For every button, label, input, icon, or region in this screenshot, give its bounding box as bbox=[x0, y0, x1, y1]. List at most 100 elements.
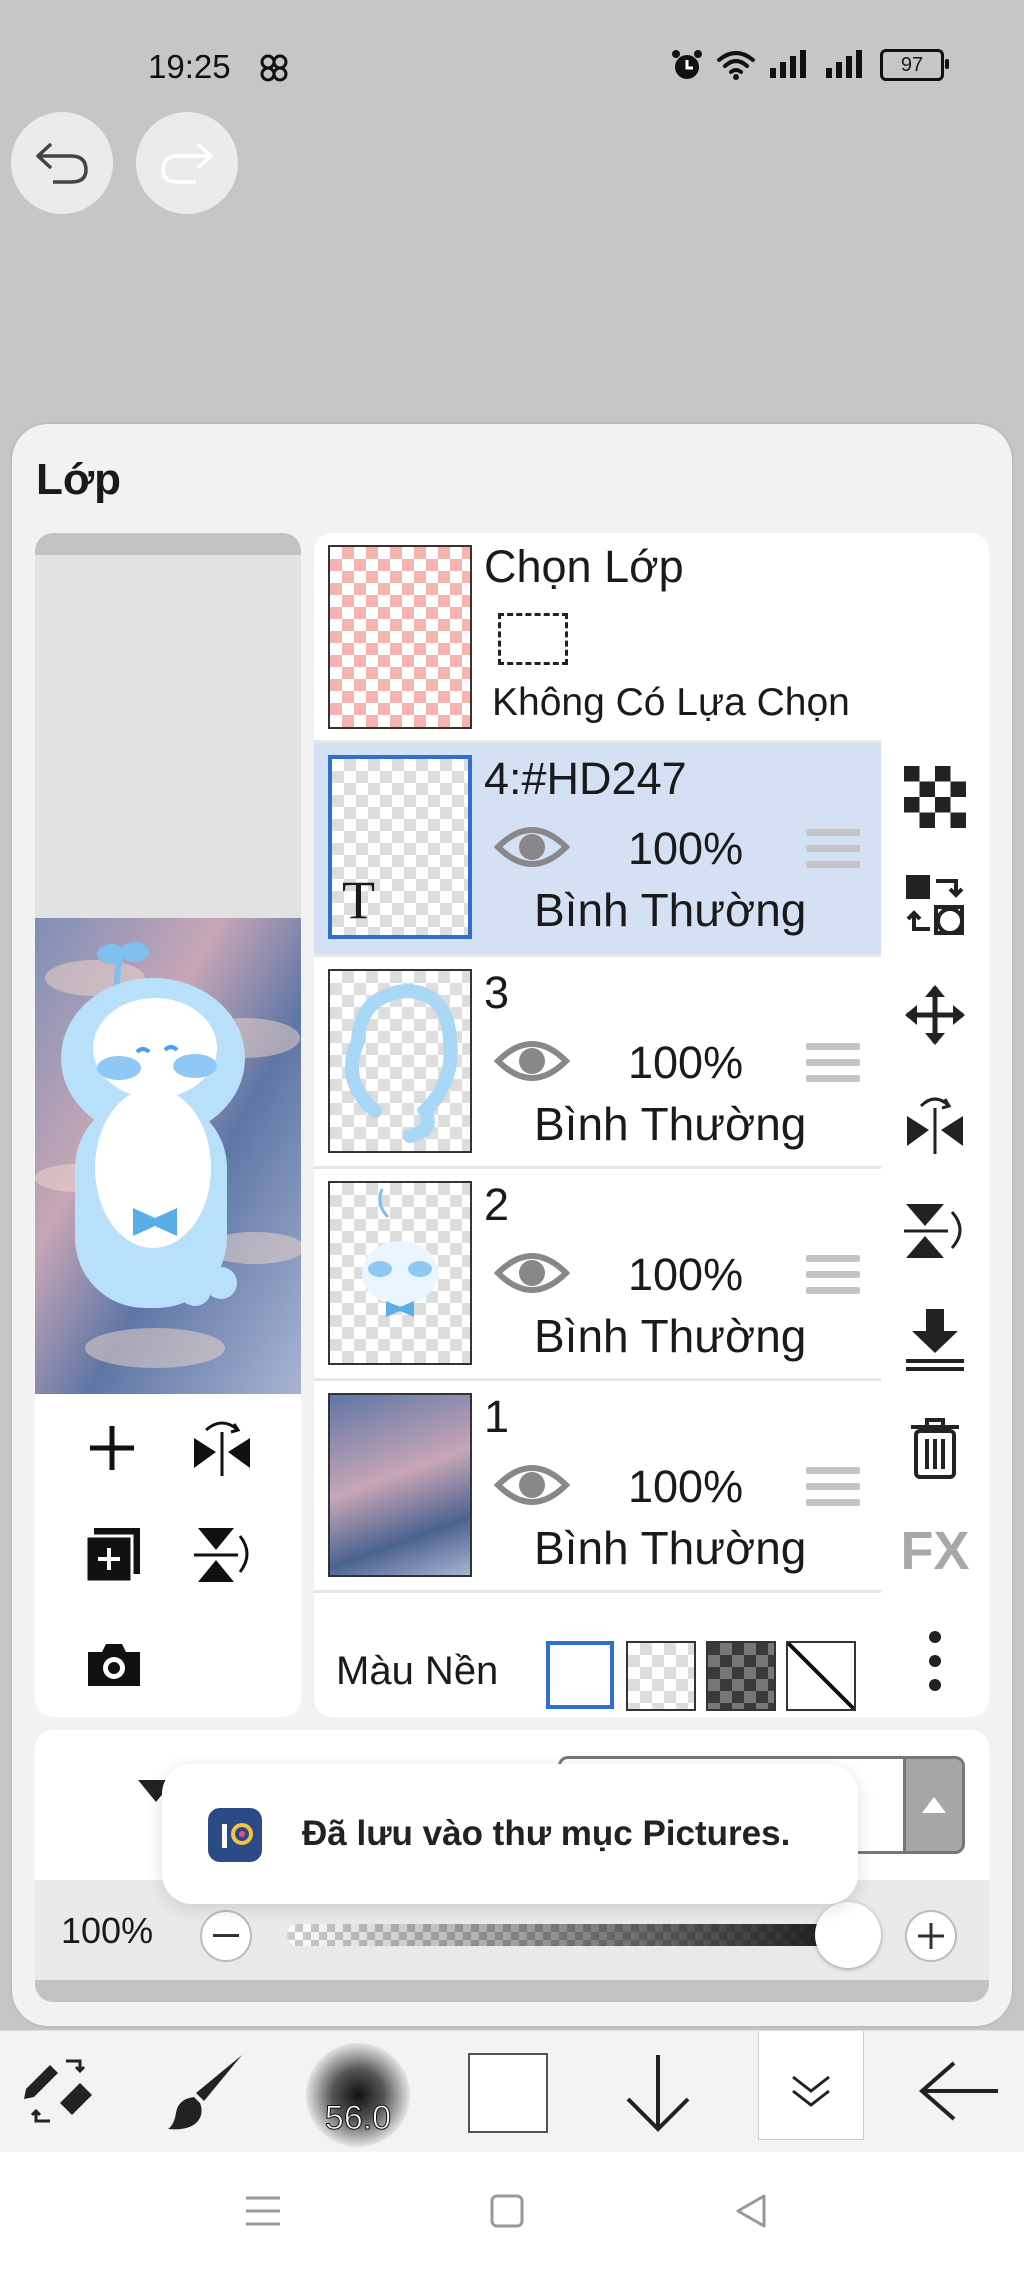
camera-icon bbox=[88, 1644, 140, 1686]
collapse-panel-button[interactable] bbox=[758, 2031, 864, 2140]
double-chevron-down-icon bbox=[792, 2075, 830, 2107]
visibility-eye-icon[interactable] bbox=[494, 1247, 570, 1299]
canvas-preview[interactable] bbox=[35, 918, 305, 1394]
back-nav-button[interactable] bbox=[734, 2192, 768, 2235]
camera-button[interactable] bbox=[84, 1640, 144, 1695]
visibility-eye-icon[interactable] bbox=[494, 1035, 570, 1087]
swap-layer-button[interactable] bbox=[899, 869, 971, 941]
drag-handle-icon[interactable] bbox=[806, 1043, 860, 1091]
visibility-eye-icon[interactable] bbox=[494, 1459, 570, 1511]
layer-blend-mode[interactable]: Bình Thường bbox=[534, 1309, 806, 1363]
redo-icon bbox=[161, 142, 213, 184]
status-icons: 97 bbox=[670, 48, 949, 82]
layer-opacity[interactable]: 100% bbox=[628, 1461, 743, 1513]
layer-thumbnail bbox=[328, 1393, 472, 1577]
flip-layer-horizontal-button[interactable] bbox=[899, 1089, 971, 1161]
layer-opacity[interactable]: 100% bbox=[628, 1037, 743, 1089]
swap-shapes-icon bbox=[906, 875, 964, 935]
opacity-increase-button[interactable] bbox=[905, 1910, 957, 1962]
flip-vertical-icon bbox=[194, 1528, 249, 1582]
layer-down-button[interactable] bbox=[624, 2051, 692, 2140]
more-vertical-icon bbox=[929, 1631, 941, 1691]
drag-handle-icon[interactable] bbox=[806, 1255, 860, 1303]
move-layer-button[interactable] bbox=[899, 979, 971, 1051]
signal-icon-2 bbox=[826, 50, 862, 78]
system-nav-bar bbox=[0, 2152, 1024, 2276]
panel-bottom-bar bbox=[35, 1980, 989, 2002]
brush-size-value: 56.0 bbox=[324, 2099, 392, 2138]
delete-layer-button[interactable] bbox=[899, 1413, 971, 1485]
selection-layer-label: Chọn Lớp bbox=[484, 541, 684, 592]
layer-name: 1 bbox=[484, 1391, 510, 1442]
menu-icon bbox=[246, 2196, 280, 2226]
drag-handle-icon[interactable] bbox=[806, 829, 860, 877]
opacity-slider-track[interactable] bbox=[287, 1924, 867, 1946]
pinwheel-icon bbox=[258, 52, 290, 89]
plus-icon bbox=[918, 1923, 944, 1949]
layer-row[interactable]: 2 100% Bình Thường bbox=[314, 1169, 881, 1381]
layer-name: 3 bbox=[484, 967, 510, 1018]
merge-down-button[interactable] bbox=[899, 1303, 971, 1375]
flip-layer-vertical-button[interactable] bbox=[899, 1195, 971, 1267]
opacity-slider-thumb[interactable] bbox=[815, 1902, 881, 1968]
arrow-down-icon bbox=[626, 2055, 690, 2132]
background-none-swatch[interactable] bbox=[786, 1641, 856, 1711]
triangle-back-icon bbox=[736, 2194, 766, 2228]
battery-icon: 97 bbox=[880, 49, 949, 81]
blend-mode-dropdown-button[interactable] bbox=[903, 1756, 965, 1854]
background-white-swatch[interactable] bbox=[546, 1641, 614, 1709]
layer-blend-mode[interactable]: Bình Thường bbox=[534, 1521, 806, 1575]
toast-message: Đã lưu vào thư mục Pictures. bbox=[302, 1814, 791, 1853]
flip-vertical-icon bbox=[904, 1204, 962, 1258]
layer-name: 2 bbox=[484, 1179, 510, 1230]
opacity-decrease-button[interactable] bbox=[200, 1910, 252, 1962]
visibility-eye-icon[interactable] bbox=[494, 821, 570, 873]
brush-size-button[interactable]: 56.0 bbox=[306, 2043, 410, 2147]
flip-horizontal-icon bbox=[194, 1421, 250, 1476]
menu-nav-button[interactable] bbox=[244, 2194, 282, 2233]
signal-icon bbox=[770, 50, 806, 78]
ibispaint-app-icon bbox=[208, 1808, 262, 1862]
drag-handle-icon[interactable] bbox=[806, 1467, 860, 1515]
back-arrow-button[interactable] bbox=[918, 2061, 1000, 2126]
home-nav-button[interactable] bbox=[490, 2194, 524, 2233]
add-new-layer-button[interactable] bbox=[84, 1526, 142, 1589]
layer-tools-column: FX bbox=[881, 533, 989, 1717]
wifi-icon bbox=[717, 51, 755, 80]
color-swatch-button[interactable] bbox=[468, 2053, 548, 2133]
layer-row[interactable]: 1 100% Bình Thường bbox=[314, 1381, 881, 1593]
more-options-button[interactable] bbox=[899, 1625, 971, 1697]
layer-name: 4:#HD247 bbox=[484, 753, 687, 804]
flip-horizontal-icon bbox=[907, 1097, 963, 1154]
layer-row[interactable]: 3 100% Bình Thường bbox=[314, 957, 881, 1169]
transparency-lock-button[interactable] bbox=[899, 761, 971, 833]
layer-blend-mode[interactable]: Bình Thường bbox=[534, 883, 806, 937]
panel-title: Lớp bbox=[36, 455, 122, 504]
layer-row[interactable]: T 4:#HD247 100% Bình Thường bbox=[314, 743, 881, 957]
background-dark-swatch[interactable] bbox=[706, 1641, 776, 1711]
tool-switch-button[interactable] bbox=[20, 2053, 98, 2136]
status-time: 19:25 bbox=[148, 48, 231, 85]
redo-button[interactable] bbox=[136, 112, 238, 214]
undo-button[interactable] bbox=[11, 112, 113, 214]
flip-canvas-horizontal-button[interactable] bbox=[190, 1418, 254, 1483]
add-square-icon bbox=[84, 1528, 140, 1584]
layer-opacity[interactable]: 100% bbox=[628, 823, 743, 875]
background-transparent-swatch[interactable] bbox=[626, 1641, 696, 1711]
opacity-value: 100% bbox=[61, 1910, 154, 1951]
fx-button[interactable]: FX bbox=[899, 1515, 971, 1587]
selection-layer-row[interactable]: Chọn Lớp Không Có Lựa Chọn bbox=[314, 533, 881, 743]
selection-marquee-icon bbox=[498, 613, 568, 665]
add-layer-button[interactable] bbox=[84, 1420, 140, 1481]
layer-opacity[interactable]: 100% bbox=[628, 1249, 743, 1301]
checker-icon bbox=[904, 766, 966, 828]
trash-icon bbox=[911, 1418, 959, 1479]
layer-thumbnail bbox=[328, 1181, 472, 1365]
undo-icon bbox=[36, 142, 88, 184]
selection-state: Không Có Lựa Chọn bbox=[492, 681, 850, 724]
selection-layer-thumbnail bbox=[328, 545, 472, 729]
brush-tool-button[interactable] bbox=[166, 2051, 250, 2140]
layer-blend-mode[interactable]: Bình Thường bbox=[534, 1097, 806, 1151]
flip-canvas-vertical-button[interactable] bbox=[192, 1524, 254, 1591]
background-label: Màu Nền bbox=[336, 1649, 499, 1693]
